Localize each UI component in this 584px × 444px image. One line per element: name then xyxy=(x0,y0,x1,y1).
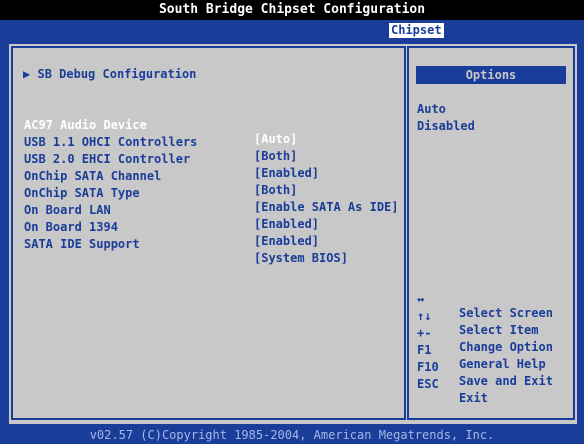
setting-value[interactable]: [Both] xyxy=(254,149,297,163)
help-desc: Change Option xyxy=(459,340,553,354)
help-desc: Select Screen xyxy=(459,306,553,320)
setting-value[interactable]: [Enabled] xyxy=(254,217,319,231)
setting-value[interactable]: [Enabled] xyxy=(254,166,319,180)
settings-panel: ▶ SB Debug Configuration AC97 Audio Devi… xyxy=(11,46,406,420)
option-auto[interactable]: Auto xyxy=(417,102,446,116)
triangle-right-icon: ▶ xyxy=(23,67,31,81)
help-desc: Select Item xyxy=(459,323,539,337)
help-panel: Options Auto Disabled ↔ Select Screen ↑↓… xyxy=(407,46,575,420)
options-title: Options xyxy=(416,66,566,84)
setting-value[interactable]: [Enable SATA As IDE] xyxy=(254,200,399,214)
help-key: ESC xyxy=(417,377,439,391)
help-desc: Save and Exit xyxy=(459,374,553,388)
submenu-sb-debug-configuration[interactable]: ▶ SB Debug Configuration xyxy=(23,67,196,81)
setting-value[interactable]: [System BIOS] xyxy=(254,251,348,265)
setting-sata-ide-support[interactable]: SATA IDE Support [System BIOS] xyxy=(24,223,348,279)
submenu-label: SB Debug Configuration xyxy=(37,67,197,81)
tab-chipset[interactable]: Chipset xyxy=(389,23,444,38)
main-area: ▶ SB Debug Configuration AC97 Audio Devi… xyxy=(9,44,577,424)
setting-label: SATA IDE Support xyxy=(24,237,140,251)
window-title: South Bridge Chipset Configuration xyxy=(0,0,584,20)
help-desc: Exit xyxy=(459,391,488,405)
option-disabled[interactable]: Disabled xyxy=(417,119,475,133)
copyright-footer: v02.57 (C)Copyright 1985-2004, American … xyxy=(0,426,584,444)
setting-value[interactable]: [Enabled] xyxy=(254,234,319,248)
setting-value[interactable]: [Both] xyxy=(254,183,297,197)
help-desc: General Help xyxy=(459,357,546,371)
help-exit: ESC Exit xyxy=(417,363,488,419)
setting-value[interactable]: [Auto] xyxy=(254,132,297,146)
tab-bar: Chipset xyxy=(0,20,584,40)
